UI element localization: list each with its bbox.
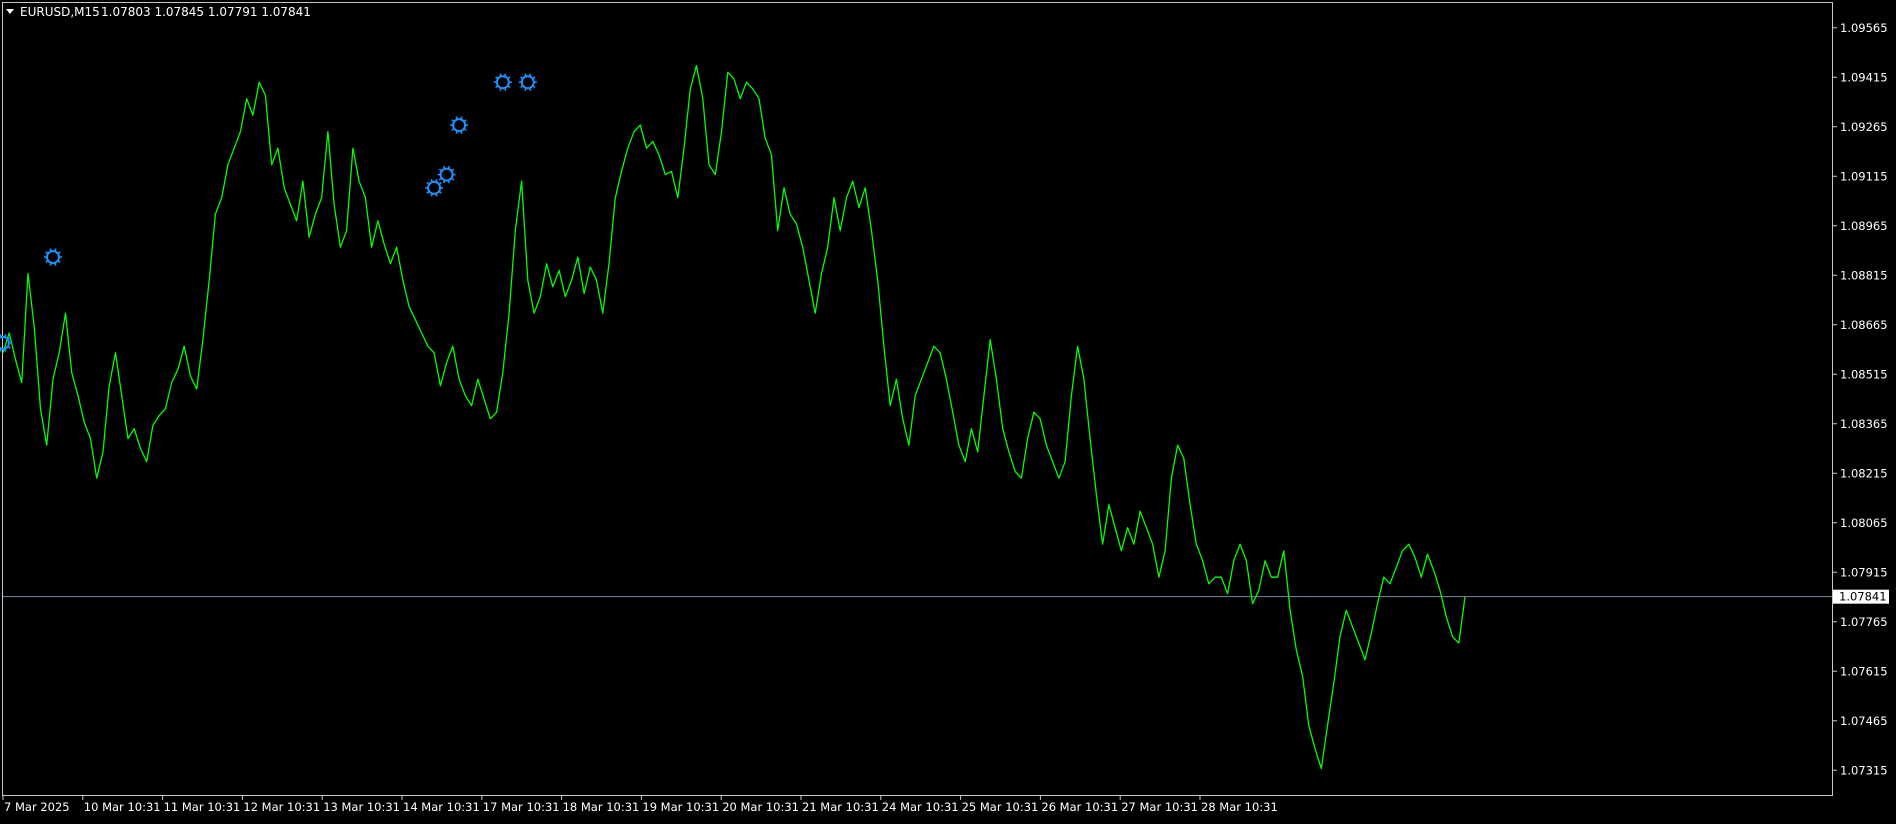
x-tick-label: 24 Mar 10:31 <box>882 800 959 814</box>
x-tick-label: 19 Mar 10:31 <box>642 800 719 814</box>
y-tick-label: 1.08215 <box>1840 466 1888 480</box>
y-tick-label: 1.09115 <box>1840 169 1888 183</box>
y-tick-label: 1.08515 <box>1840 367 1888 381</box>
x-tick-label: 26 Mar 10:31 <box>1041 800 1118 814</box>
x-tick-label: 12 Mar 10:31 <box>243 800 320 814</box>
chart-background <box>0 0 1896 820</box>
x-tick-label: 25 Mar 10:31 <box>962 800 1039 814</box>
y-tick-label: 1.07315 <box>1840 763 1888 777</box>
chart-window[interactable]: 1.09565 1.09415 1.09265 1.09115 1.08965 1.088… <box>0 0 1896 820</box>
price-chart[interactable]: 1.09565 1.09415 1.09265 1.09115 1.08965 1.088… <box>0 0 1896 820</box>
y-tick-label: 1.09565 <box>1840 21 1888 35</box>
y-tick-label: 1.07915 <box>1840 565 1888 579</box>
x-tick-label: 14 Mar 10:31 <box>403 800 480 814</box>
y-tick-label: 1.07615 <box>1840 664 1888 678</box>
y-tick-label: 1.09415 <box>1840 70 1888 84</box>
y-tick-label: 1.07765 <box>1840 615 1888 629</box>
current-price-label: 1.07841 <box>1839 590 1887 604</box>
x-tick-label: 21 Mar 10:31 <box>802 800 879 814</box>
y-tick-label: 1.08815 <box>1840 268 1888 282</box>
ohlc-values: 1.07803 1.07845 1.07791 1.07841 <box>101 5 311 19</box>
x-tick-label: 18 Mar 10:31 <box>563 800 640 814</box>
y-tick-label: 1.08665 <box>1840 318 1888 332</box>
y-tick-label: 1.07465 <box>1840 714 1888 728</box>
x-tick-label: 11 Mar 10:31 <box>164 800 241 814</box>
symbol-timeframe: EURUSD,M15 <box>20 5 100 19</box>
y-tick-label: 1.08365 <box>1840 417 1888 431</box>
x-tick-label: 13 Mar 10:31 <box>323 800 400 814</box>
chart-header: EURUSD,M15 1.07803 1.07845 1.07791 1.078… <box>6 5 311 19</box>
x-tick-label: 7 Mar 2025 <box>4 800 70 814</box>
y-tick-label: 1.08965 <box>1840 219 1888 233</box>
x-tick-label: 28 Mar 10:31 <box>1201 800 1278 814</box>
y-tick-label: 1.09265 <box>1840 120 1888 134</box>
x-tick-label: 27 Mar 10:31 <box>1121 800 1198 814</box>
x-tick-label: 20 Mar 10:31 <box>722 800 799 814</box>
x-tick-label: 17 Mar 10:31 <box>483 800 560 814</box>
x-tick-label: 10 Mar 10:31 <box>84 800 161 814</box>
y-tick-label: 1.08065 <box>1840 516 1888 530</box>
